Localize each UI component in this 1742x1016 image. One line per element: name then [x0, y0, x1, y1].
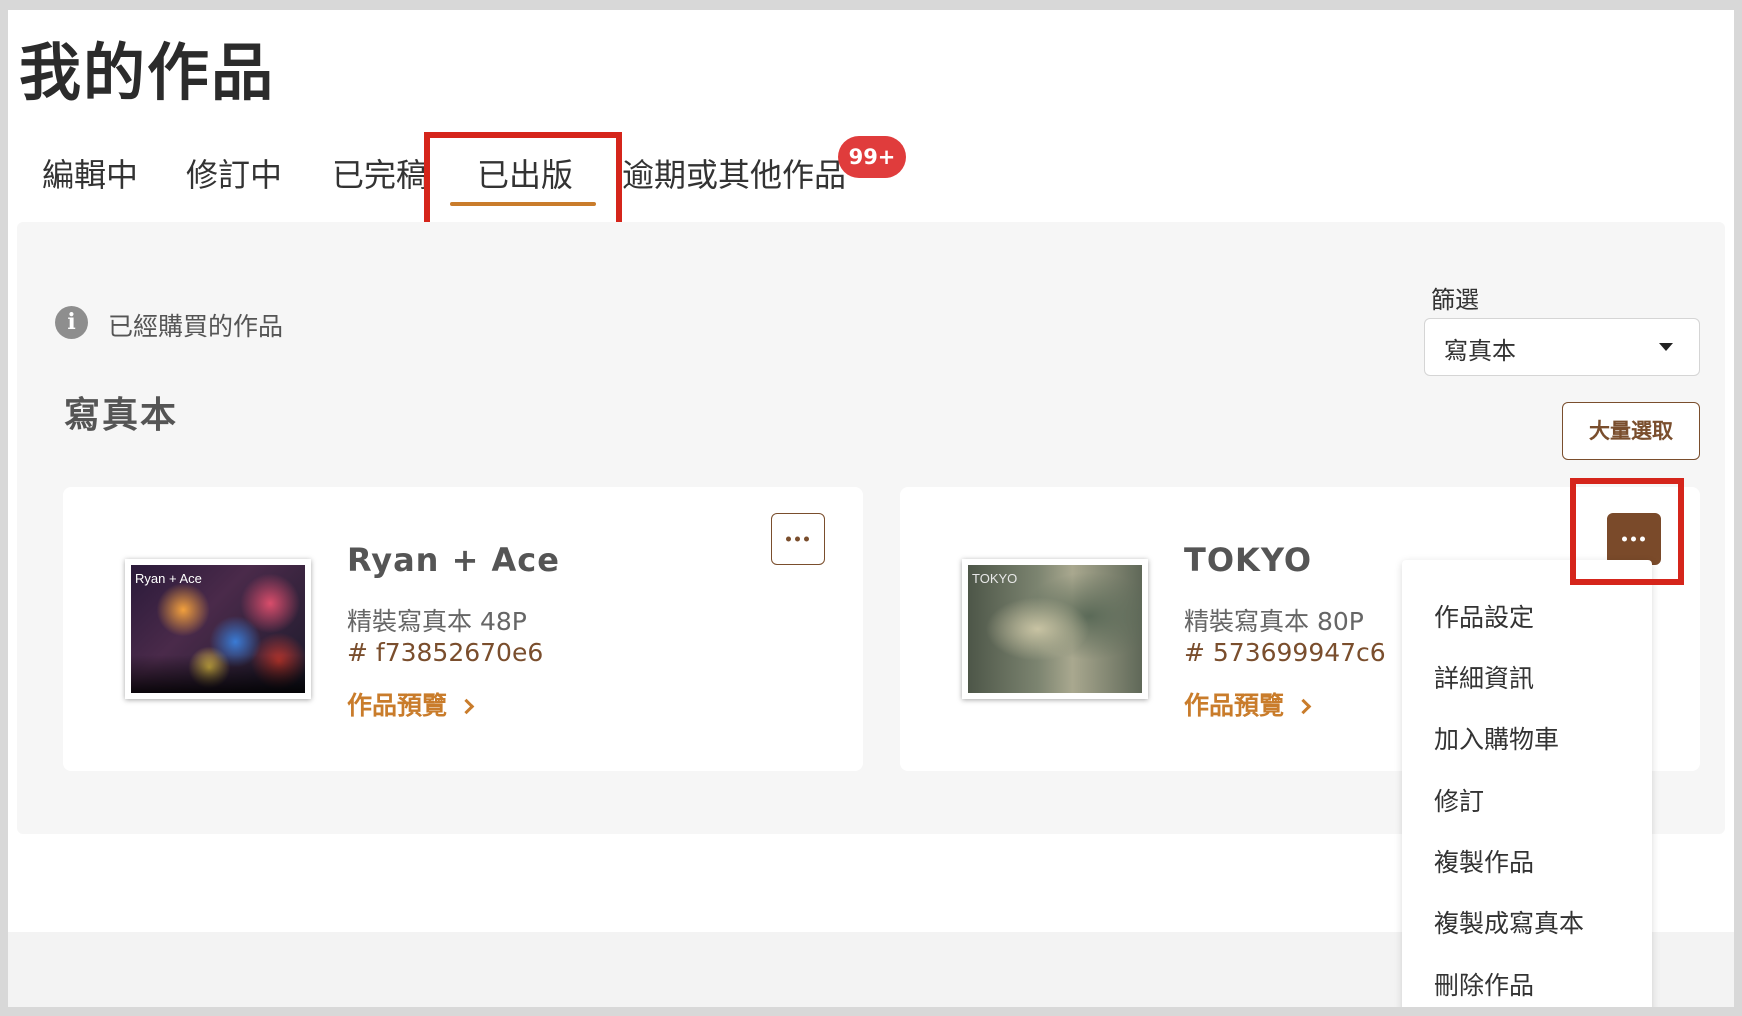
menu-item-add-to-cart[interactable]: 加入購物車 — [1434, 720, 1559, 756]
tab-completed[interactable]: 已完稿 — [332, 150, 428, 196]
cover-title: TOKYO — [972, 571, 1018, 586]
work-id: # f73852670e6 — [347, 638, 544, 667]
menu-item-details[interactable]: 詳細資訊 — [1434, 659, 1534, 695]
info-icon: i — [55, 306, 88, 339]
menu-item-duplicate-as-photobook[interactable]: 複製成寫真本 — [1434, 904, 1584, 940]
preview-link[interactable]: 作品預覽 — [347, 686, 475, 722]
tab-editing[interactable]: 編輯中 — [42, 150, 138, 196]
section-title: 寫真本 — [64, 395, 179, 436]
filter-label: 篩選 — [1431, 286, 1479, 314]
work-title: Ryan + Ace — [347, 541, 560, 579]
work-spec: 精裝寫真本 48P — [347, 607, 527, 636]
chevron-right-icon — [1295, 698, 1312, 715]
work-card: Ryan + Ace Ryan + Ace 精裝寫真本 48P # f73852… — [63, 487, 863, 771]
app-frame: 我的作品 編輯中 修訂中 已完稿 已出版 逾期或其他作品 99+ i 已經購買的… — [8, 10, 1734, 1007]
tab-revising[interactable]: 修訂中 — [186, 150, 282, 196]
cover-title: Ryan + Ace — [135, 571, 202, 586]
preview-label: 作品預覽 — [347, 691, 448, 720]
more-dots-icon — [785, 536, 811, 542]
work-title: TOKYO — [1184, 541, 1313, 579]
notification-badge: 99+ — [838, 136, 906, 178]
menu-item-delete[interactable]: 刪除作品 — [1434, 966, 1534, 1002]
filter-selected-value: 寫真本 — [1444, 337, 1516, 365]
preview-link[interactable]: 作品預覽 — [1184, 686, 1312, 722]
cover-image: TOKYO — [968, 565, 1142, 693]
purchased-note: 已經購買的作品 — [108, 312, 284, 341]
menu-item-duplicate[interactable]: 複製作品 — [1434, 843, 1534, 879]
bulk-select-button[interactable]: 大量選取 — [1562, 402, 1700, 460]
menu-item-work-settings[interactable]: 作品設定 — [1434, 598, 1534, 634]
page-title: 我的作品 — [19, 36, 276, 109]
work-spec: 精裝寫真本 80P — [1184, 607, 1364, 636]
chevron-down-icon — [1659, 343, 1673, 351]
menu-item-revise[interactable]: 修訂 — [1434, 782, 1484, 818]
chevron-right-icon — [458, 698, 475, 715]
cover-image: Ryan + Ace — [131, 565, 305, 693]
context-menu: 作品設定 詳細資訊 加入購物車 修訂 複製作品 複製成寫真本 刪除作品 — [1402, 560, 1652, 1007]
work-thumbnail[interactable]: Ryan + Ace — [125, 559, 311, 699]
filter-select[interactable]: 寫真本 — [1424, 318, 1700, 376]
tab-overdue-other[interactable]: 逾期或其他作品 — [622, 150, 846, 196]
preview-label: 作品預覽 — [1184, 691, 1285, 720]
highlight-box-more-button — [1570, 478, 1684, 585]
work-id: # 573699947c6 — [1184, 638, 1386, 667]
work-thumbnail[interactable]: TOKYO — [962, 559, 1148, 699]
more-options-button[interactable] — [771, 513, 825, 565]
